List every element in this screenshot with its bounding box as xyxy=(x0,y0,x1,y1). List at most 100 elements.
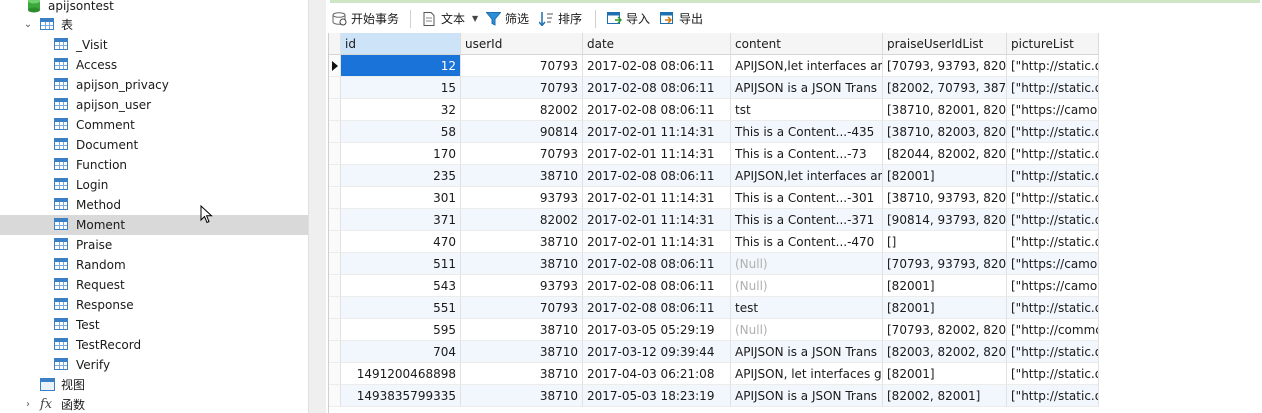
table-row[interactable]: 301 93793 2017-02-01 11:14:31 This is a Con… xyxy=(329,187,1099,209)
cell-content[interactable]: test xyxy=(731,297,883,319)
tree-item-table[interactable]: apijson_privacy xyxy=(0,75,308,95)
table-row[interactable]: 511 38710 2017-02-08 08:06:11 (Null) [70793,… xyxy=(329,253,1099,275)
cell-userId[interactable]: 82002 xyxy=(461,209,583,231)
row-indicator[interactable] xyxy=(329,275,341,297)
cell-pictureList[interactable]: ["http://static.o xyxy=(1007,385,1099,407)
cell-content[interactable]: This is a Content...-371 xyxy=(731,209,883,231)
cell-date[interactable]: 2017-02-08 08:06:11 xyxy=(583,275,731,297)
cell-pictureList[interactable]: ["http://static.o xyxy=(1007,341,1099,363)
cell-praiseUserIdList[interactable]: [82001] xyxy=(883,275,1007,297)
cell-praiseUserIdList[interactable]: [82002, 70793, 38710 xyxy=(883,77,1007,99)
row-indicator[interactable] xyxy=(329,385,341,407)
row-indicator[interactable] xyxy=(329,319,341,341)
cell-userId[interactable]: 90814 xyxy=(461,121,583,143)
cell-userId[interactable]: 38710 xyxy=(461,231,583,253)
table-row[interactable]: 470 38710 2017-02-01 11:14:31 This is a Con… xyxy=(329,231,1099,253)
tree-item-table[interactable]: Login xyxy=(0,175,308,195)
cell-userId[interactable]: 93793 xyxy=(461,275,583,297)
cell-id[interactable]: 551 xyxy=(341,297,461,319)
cell-praiseUserIdList[interactable]: [70793, 82002, 82001 xyxy=(883,319,1007,341)
cell-content[interactable]: tst xyxy=(731,99,883,121)
cell-date[interactable]: 2017-02-01 11:14:31 xyxy=(583,143,731,165)
row-indicator[interactable] xyxy=(329,121,341,143)
cell-userId[interactable]: 70793 xyxy=(461,55,583,77)
row-indicator[interactable] xyxy=(329,77,341,99)
cell-id[interactable]: 58 xyxy=(341,121,461,143)
cell-id[interactable]: 170 xyxy=(341,143,461,165)
cell-pictureList[interactable]: ["http://static.o xyxy=(1007,297,1099,319)
cell-pictureList[interactable]: ["http://static.o xyxy=(1007,209,1099,231)
row-indicator[interactable] xyxy=(329,231,341,253)
tree-item-table[interactable]: Response xyxy=(0,295,308,315)
table-row[interactable]: 595 38710 2017-03-05 05:29:19 (Null) [70793,… xyxy=(329,319,1099,341)
cell-content[interactable]: APIJSON,let interfaces and xyxy=(731,165,883,187)
tree-item-table[interactable]: Test xyxy=(0,315,308,335)
cell-userId[interactable]: 38710 xyxy=(461,319,583,341)
cell-date[interactable]: 2017-02-08 08:06:11 xyxy=(583,99,731,121)
cell-id[interactable]: 1493835799335 xyxy=(341,385,461,407)
cell-praiseUserIdList[interactable]: [82003, 82002, 82001 xyxy=(883,341,1007,363)
cell-id[interactable]: 235 xyxy=(341,165,461,187)
cell-pictureList[interactable]: ["http://static.o xyxy=(1007,165,1099,187)
cell-praiseUserIdList[interactable]: [] xyxy=(883,231,1007,253)
cell-id[interactable]: 15 xyxy=(341,77,461,99)
cell-userId[interactable]: 38710 xyxy=(461,165,583,187)
cell-praiseUserIdList[interactable]: [90814, 93793, 82003 xyxy=(883,209,1007,231)
cell-content[interactable]: This is a Content...-73 xyxy=(731,143,883,165)
cell-date[interactable]: 2017-05-03 18:23:19 xyxy=(583,385,731,407)
cell-date[interactable]: 2017-02-08 08:06:11 xyxy=(583,253,731,275)
tree-item-table[interactable]: Praise xyxy=(0,235,308,255)
cell-pictureList[interactable]: ["https://camo. xyxy=(1007,253,1099,275)
cell-pictureList[interactable]: ["http://static.o xyxy=(1007,231,1099,253)
cell-date[interactable]: 2017-02-08 08:06:11 xyxy=(583,297,731,319)
cell-praiseUserIdList[interactable]: [70793, 93793, 82001 xyxy=(883,253,1007,275)
cell-id[interactable]: 371 xyxy=(341,209,461,231)
tree-item-table[interactable]: _Visit xyxy=(0,35,308,55)
cell-date[interactable]: 2017-02-01 11:14:31 xyxy=(583,187,731,209)
column-header-date[interactable]: date xyxy=(583,33,731,55)
cell-date[interactable]: 2017-03-12 09:39:44 xyxy=(583,341,731,363)
tree-item-database[interactable]: ⌄ apijsontest xyxy=(0,0,308,16)
tree-item-table[interactable]: apijson_user xyxy=(0,95,308,115)
cell-content[interactable]: This is a Content...-301 xyxy=(731,187,883,209)
tree-item-views-folder[interactable]: 视图 xyxy=(0,375,308,395)
tree-item-table[interactable]: Comment xyxy=(0,115,308,135)
tree-item-table[interactable]: Request xyxy=(0,275,308,295)
table-row[interactable]: 371 82002 2017-02-01 11:14:31 This is a Con… xyxy=(329,209,1099,231)
cell-pictureList[interactable]: ["http://static.o xyxy=(1007,363,1099,385)
row-indicator[interactable] xyxy=(329,297,341,319)
cell-praiseUserIdList[interactable]: [82001] xyxy=(883,297,1007,319)
table-row[interactable]: 12 70793 2017-02-08 08:06:11 APIJSON,let in… xyxy=(329,55,1099,77)
cell-userId[interactable]: 70793 xyxy=(461,77,583,99)
row-indicator[interactable] xyxy=(329,363,341,385)
cell-userId[interactable]: 70793 xyxy=(461,143,583,165)
cell-pictureList[interactable]: ["http://static.o xyxy=(1007,77,1099,99)
cell-praiseUserIdList[interactable]: [82044, 82002, 82001 xyxy=(883,143,1007,165)
cell-content[interactable]: This is a Content...-435 xyxy=(731,121,883,143)
tree-item-table[interactable]: Random xyxy=(0,255,308,275)
cell-content[interactable]: APIJSON, let interfaces gc xyxy=(731,363,883,385)
cell-date[interactable]: 2017-02-01 11:14:31 xyxy=(583,209,731,231)
cell-content[interactable]: (Null) xyxy=(731,319,883,341)
cell-id[interactable]: 12 xyxy=(341,55,461,77)
cell-date[interactable]: 2017-02-08 08:06:11 xyxy=(583,77,731,99)
cell-pictureList[interactable]: ["http://static.o xyxy=(1007,143,1099,165)
table-row[interactable]: 235 38710 2017-02-08 08:06:11 APIJSON,let i… xyxy=(329,165,1099,187)
cell-praiseUserIdList[interactable]: [82001] xyxy=(883,165,1007,187)
cell-date[interactable]: 2017-02-01 11:14:31 xyxy=(583,121,731,143)
cell-content[interactable]: APIJSON is a JSON Trans xyxy=(731,77,883,99)
cell-pictureList[interactable]: ["https://camo. xyxy=(1007,275,1099,297)
tree-item-table[interactable]: Document xyxy=(0,135,308,155)
cell-content[interactable]: (Null) xyxy=(731,275,883,297)
cell-praiseUserIdList[interactable]: [82002, 82001] xyxy=(883,385,1007,407)
cell-pictureList[interactable]: ["http://static.o xyxy=(1007,121,1099,143)
row-indicator[interactable] xyxy=(329,55,341,77)
cell-praiseUserIdList[interactable]: [38710, 82003, 82005 xyxy=(883,121,1007,143)
cell-praiseUserIdList[interactable]: [38710, 93793, 82003 xyxy=(883,187,1007,209)
tree-item-table[interactable]: Function xyxy=(0,155,308,175)
cell-pictureList[interactable]: ["https://camo. xyxy=(1007,99,1099,121)
table-row[interactable]: 15 70793 2017-02-08 08:06:11 APIJSON is a J… xyxy=(329,77,1099,99)
cell-praiseUserIdList[interactable]: [82001] xyxy=(883,363,1007,385)
cell-pictureList[interactable]: ["http://commc xyxy=(1007,319,1099,341)
cell-date[interactable]: 2017-02-01 11:14:31 xyxy=(583,231,731,253)
